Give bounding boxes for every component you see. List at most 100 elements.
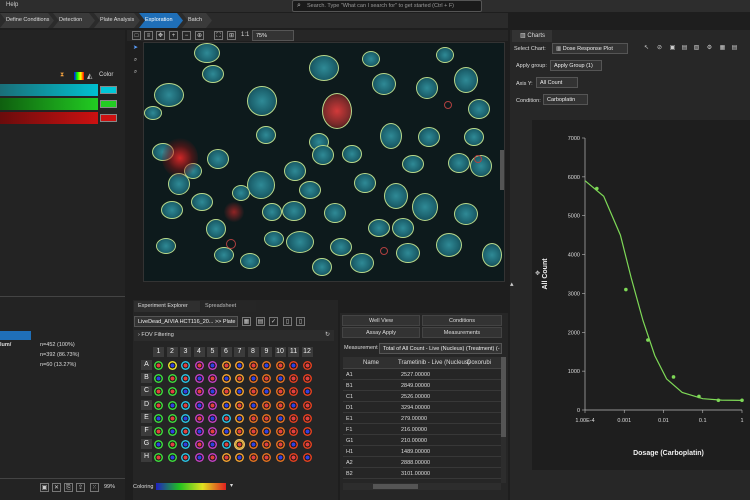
well-G7[interactable] [234, 439, 245, 451]
well-C3[interactable] [181, 387, 190, 397]
refresh-icon[interactable]: ↻ [323, 331, 332, 340]
measurement-select[interactable]: Total of All Count - Live (Nucleus) (Tre… [379, 343, 502, 354]
save-icon[interactable]: ▣ [40, 483, 49, 492]
list-icon[interactable]: ≡ [144, 31, 153, 40]
image-scrollbar[interactable] [500, 150, 504, 190]
table-hscrollbar[interactable] [343, 483, 501, 490]
well-G10[interactable] [275, 440, 285, 450]
well-D8[interactable] [248, 400, 258, 410]
tab-charts[interactable]: ▥ Charts [512, 30, 552, 42]
workflow-step-detection[interactable]: Detection [53, 13, 95, 28]
well-C1[interactable] [154, 387, 163, 397]
well-C7[interactable] [235, 387, 244, 397]
well-E7[interactable] [235, 413, 244, 423]
well-C4[interactable] [194, 387, 204, 397]
file-icon[interactable]: ▯ [283, 317, 292, 326]
apply-group-dropdown[interactable]: Apply Group (1) [550, 60, 602, 71]
well-G11[interactable] [289, 440, 298, 450]
tab-experiment-explorer[interactable]: Experiment Explorer [134, 301, 200, 312]
plate-column-header[interactable]: 6 [220, 347, 232, 357]
color-swatch-green[interactable] [100, 100, 117, 108]
export-icon[interactable]: ▤ [680, 44, 689, 53]
well-H10[interactable] [275, 453, 285, 463]
well-G2[interactable] [167, 440, 177, 450]
export-icon[interactable]: ⇪ [76, 483, 85, 492]
color-swatch-red[interactable] [100, 114, 117, 122]
well-E11[interactable] [289, 413, 298, 423]
well-D3[interactable] [181, 400, 190, 410]
table-row[interactable]: A2 2888.00000 [343, 458, 501, 468]
grid-icon[interactable]: ▦ [242, 317, 251, 326]
expand-icon[interactable]: ⛶ [214, 31, 223, 40]
workflow-step-exploration[interactable]: Exploration [139, 13, 183, 28]
plate-column-header[interactable]: 4 [193, 347, 205, 357]
well-D11[interactable] [289, 400, 298, 410]
well-F3[interactable] [181, 427, 190, 436]
well-C5[interactable] [208, 387, 217, 397]
well-G8[interactable] [248, 440, 258, 450]
arrow-up-icon[interactable]: ▴ [510, 280, 514, 288]
well-C12[interactable] [302, 387, 312, 397]
well-B11[interactable] [289, 374, 298, 384]
table-row[interactable]: C1 2526.00000 [343, 392, 501, 402]
layout-icon[interactable]: ▦ [718, 44, 727, 53]
well-B5[interactable] [208, 374, 217, 384]
data-point[interactable] [646, 338, 650, 342]
well-H3[interactable] [181, 453, 190, 463]
well-H5[interactable] [208, 453, 217, 463]
column-header-doxorubicin[interactable]: Doxorubi [467, 360, 491, 366]
magnify-icon[interactable]: ⌕ [131, 56, 140, 65]
fov-filter-toggle[interactable]: › FOV Filtering [134, 330, 334, 341]
file-icon[interactable]: ▯ [296, 317, 305, 326]
well-A4[interactable] [194, 361, 204, 370]
table-icon[interactable]: ▤ [256, 317, 265, 326]
well-D7[interactable] [235, 400, 244, 410]
well-A2[interactable] [167, 361, 177, 370]
plate-column-header[interactable]: 2 [166, 347, 178, 357]
well-D2[interactable] [167, 400, 177, 410]
table-vscrollbar[interactable] [501, 357, 506, 483]
plate-row-header[interactable]: G [141, 439, 152, 450]
well-H9[interactable] [262, 453, 271, 463]
copy-icon[interactable]: ⎘ [64, 483, 73, 492]
link-icon[interactable]: ⊘ [655, 44, 664, 53]
well-E5[interactable] [208, 413, 217, 423]
workflow-step-plate-analysis[interactable]: Plate Analysis [94, 13, 140, 28]
well-A3[interactable] [181, 361, 190, 370]
data-point[interactable] [716, 398, 721, 403]
well-B1[interactable] [154, 374, 163, 384]
assay-apply-button[interactable]: Assay Apply [342, 327, 420, 338]
select-chart-dropdown[interactable]: ▥ Dose Response Plot [552, 43, 628, 54]
well-C9[interactable] [262, 387, 271, 397]
column-header-name[interactable]: Name [363, 360, 379, 366]
workflow-step-define-conditions[interactable]: Define Conditions [0, 13, 54, 28]
well-A10[interactable] [275, 361, 285, 370]
well-F6[interactable] [221, 427, 231, 436]
well-B10[interactable] [275, 374, 285, 384]
frame-icon[interactable]: ⊞ [227, 31, 236, 40]
tab-spreadsheet[interactable]: Spreadsheet [201, 301, 256, 312]
chevron-down-icon[interactable]: ▾ [230, 482, 233, 489]
dataset-select[interactable]: LiveDead_AIVIA HCT116_20... >> Plate [134, 316, 238, 327]
well-E4[interactable] [194, 413, 204, 423]
data-point[interactable] [624, 287, 628, 292]
well-A5[interactable] [208, 361, 217, 370]
square-icon[interactable]: □ [132, 31, 141, 40]
well-D10[interactable] [275, 400, 285, 410]
well-A1[interactable] [154, 361, 163, 370]
well-B12[interactable] [302, 374, 312, 384]
well-F7[interactable] [235, 427, 244, 436]
pan-icon[interactable]: ✥ [156, 31, 165, 40]
well-E3[interactable] [181, 413, 190, 423]
well-A8[interactable] [248, 361, 258, 370]
plate-row-header[interactable]: A [141, 360, 152, 370]
well-D4[interactable] [194, 400, 204, 410]
well-C10[interactable] [275, 387, 285, 397]
well-H12[interactable] [302, 453, 312, 463]
well-B8[interactable] [248, 374, 258, 384]
well-C2[interactable] [167, 387, 177, 397]
table-row[interactable]: F1 216.00000 [343, 425, 501, 435]
plate-column-header[interactable]: 9 [261, 347, 272, 357]
table-row[interactable]: E1 279.00000 [343, 414, 501, 424]
well-D1[interactable] [154, 400, 163, 410]
